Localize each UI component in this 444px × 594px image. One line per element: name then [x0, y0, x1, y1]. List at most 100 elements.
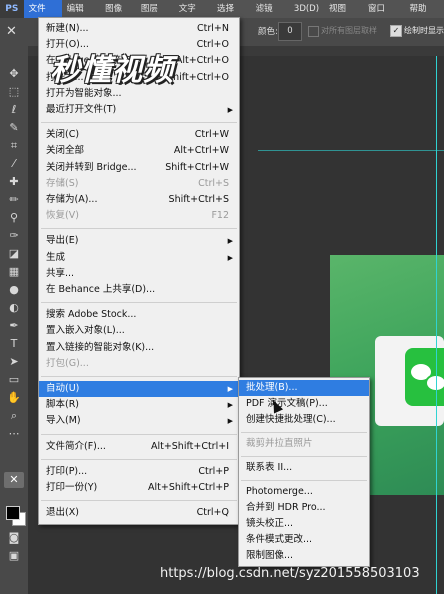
pen-tool-icon[interactable]: ✒: [4, 318, 24, 334]
marquee-tool-icon[interactable]: ⬚: [4, 84, 24, 100]
menubar-item[interactable]: 3D(D): [289, 0, 324, 18]
menubar-item[interactable]: 图像(I): [100, 0, 136, 32]
quick-select-tool-icon[interactable]: ✎: [4, 120, 24, 136]
file-menu-item[interactable]: 导出(E) ▶: [39, 233, 239, 249]
more-tools-icon[interactable]: ⋯: [4, 426, 24, 442]
submenu-arrow-icon: ▶: [227, 106, 233, 114]
automate-menu-item-label: 合并到 HDR Pro...: [246, 502, 326, 513]
file-menu-item[interactable]: 关闭并转到 Bridge... Shift+Ctrl+W: [39, 160, 239, 176]
sample-all-layers-label: 对所有图层取样: [321, 26, 377, 35]
menubar-item[interactable]: 选择(S): [212, 0, 251, 32]
automate-menu-item[interactable]: Photomerge...: [239, 484, 369, 500]
crop-tool-icon[interactable]: ⌗: [4, 138, 24, 154]
file-menu-item-label: 导入(M): [46, 415, 81, 427]
dodge-tool-icon[interactable]: ◐: [4, 300, 24, 316]
file-menu-item[interactable]: 生成 ▶: [39, 250, 239, 266]
file-menu-item[interactable]: 恢复(V) F12: [39, 208, 239, 224]
shortcut-label: Alt+Ctrl+W: [173, 145, 229, 157]
selected-tool-icon[interactable]: ✕: [4, 472, 24, 488]
mode-select[interactable]: 0: [278, 22, 302, 41]
show-while-drawing-checkbox[interactable]: ✓: [390, 25, 402, 37]
file-menu-item[interactable]: 打包(G)...: [39, 356, 239, 372]
move-tool-icon[interactable]: ✥: [4, 66, 24, 82]
file-menu-item[interactable]: 搜索 Adobe Stock...: [39, 307, 239, 323]
eyedropper-tool-icon[interactable]: ⁄: [4, 156, 24, 172]
file-menu-item[interactable]: 新建(N)... Ctrl+N: [39, 21, 239, 37]
automate-menu-item[interactable]: 合并到 HDR Pro...: [239, 500, 369, 516]
file-menu-item[interactable]: 存储为(A)... Shift+Ctrl+S: [39, 192, 239, 208]
automate-menu-item[interactable]: 镜头校正...: [239, 516, 369, 532]
menubar-item[interactable]: 帮助(H): [404, 0, 444, 32]
automate-menu-item[interactable]: 条件模式更改...: [239, 532, 369, 548]
automate-menu-item-label: 镜头校正...: [246, 518, 294, 529]
foreground-color-swatch[interactable]: [6, 506, 20, 520]
history-brush-icon[interactable]: ✑: [4, 228, 24, 244]
shortcut-label: Shift+Ctrl+W: [165, 161, 229, 173]
file-menu-item[interactable]: 在 Behance 上共享(D)...: [39, 282, 239, 298]
file-menu-item-label: 打印(P)...: [46, 465, 88, 477]
sample-all-layers-checkbox[interactable]: [308, 26, 319, 37]
menubar-item[interactable]: 文件(F): [23, 0, 62, 32]
file-menu-item-label: 关闭(C): [46, 129, 80, 141]
file-menu-item-label: 关闭并转到 Bridge...: [46, 161, 137, 173]
file-menu-item[interactable]: 共享...: [39, 266, 239, 282]
file-menu-item[interactable]: 打印一份(Y) Alt+Shift+Ctrl+P: [39, 480, 239, 496]
automate-menu-item[interactable]: 创建快捷批处理(C)...: [239, 412, 369, 428]
automate-menu-item[interactable]: 限制图像...: [239, 548, 369, 564]
file-menu-item[interactable]: 文件简介(F)... Alt+Shift+Ctrl+I: [39, 439, 239, 455]
file-menu-item[interactable]: 最近打开文件(T) ▶: [39, 102, 239, 118]
file-menu-item-label: 自动(U): [46, 383, 80, 394]
file-menu-item[interactable]: 脚本(R) ▶: [39, 397, 239, 413]
file-menu-item[interactable]: 关闭全部 Alt+Ctrl+W: [39, 143, 239, 159]
file-menu-item[interactable]: 置入嵌入对象(L)...: [39, 323, 239, 339]
menubar-item[interactable]: 视图(V): [324, 0, 363, 32]
automate-menu-item[interactable]: PDF 演示文稿(P)...: [239, 396, 369, 412]
file-menu-item-label: 打印一份(Y): [46, 482, 98, 493]
rectangle-tool-icon[interactable]: ▭: [4, 372, 24, 388]
show-while-drawing-label: 绘制时显示: [404, 26, 444, 35]
path-select-icon[interactable]: ➤: [4, 354, 24, 370]
automate-menu-item-label: PDF 演示文稿(P)...: [246, 398, 328, 409]
file-menu-item[interactable]: 关闭(C) Ctrl+W: [39, 127, 239, 143]
menu-bar: PS 文件(F)编辑(E)图像(I)图层(L)文字(Y)选择(S)滤镜(T)3D…: [0, 0, 444, 32]
file-menu-item[interactable]: 打印(P)... Ctrl+P: [39, 464, 239, 480]
menu-separator: [241, 432, 367, 433]
shortcut-label: Alt+Shift+Ctrl+I: [150, 440, 229, 452]
move-tool-icon[interactable]: ✕: [6, 24, 17, 39]
automate-menu-item[interactable]: 联系表 II...: [239, 460, 369, 476]
blur-tool-icon[interactable]: ●: [4, 282, 24, 298]
quick-mask-icon[interactable]: ◙: [4, 530, 24, 546]
menubar-item[interactable]: 窗口(W): [363, 0, 405, 32]
zoom-tool-icon[interactable]: ⌕: [4, 408, 24, 424]
gradient-tool-icon[interactable]: ▦: [4, 264, 24, 280]
file-menu-item[interactable]: 存储(S) Ctrl+S: [39, 176, 239, 192]
menubar-item[interactable]: 图层(L): [136, 0, 174, 32]
automate-menu-item[interactable]: 批处理(B)...: [239, 380, 369, 396]
file-menu-item[interactable]: 导入(M) ▶: [39, 413, 239, 429]
file-menu-item-label: 在 Behance 上共享(D)...: [46, 284, 156, 295]
shortcut-label: F12: [211, 210, 229, 222]
menubar-item[interactable]: 滤镜(T): [251, 0, 289, 32]
healing-brush-icon[interactable]: ✚: [4, 174, 24, 190]
file-menu-item-label: 存储(S): [46, 177, 79, 189]
menubar-item[interactable]: 文字(Y): [174, 0, 212, 32]
file-menu-item-label: 新建(N)...: [46, 23, 89, 34]
screen-mode-icon[interactable]: ▣: [4, 548, 24, 564]
submenu-arrow-icon: ▶: [227, 417, 233, 426]
shortcut-label: Ctrl+N: [197, 23, 229, 34]
guide-line: [258, 150, 444, 151]
type-tool-icon[interactable]: T: [4, 336, 24, 352]
brush-tool-icon[interactable]: ✏: [4, 192, 24, 208]
submenu-arrow-icon: ▶: [227, 237, 233, 246]
menubar-item[interactable]: 编辑(E): [62, 0, 101, 32]
file-menu-item[interactable]: 退出(X) Ctrl+Q: [39, 505, 239, 521]
automate-menu-item-label: 批处理(B)...: [246, 382, 298, 393]
lasso-tool-icon[interactable]: ℓ: [4, 102, 24, 118]
hand-tool-icon[interactable]: ✋: [4, 390, 24, 406]
clone-stamp-icon[interactable]: ⚲: [4, 210, 24, 226]
file-menu-item-label: 置入链接的智能对象(K)...: [46, 341, 155, 353]
automate-menu-item[interactable]: 裁剪并拉直照片: [239, 436, 369, 452]
file-menu-item[interactable]: 自动(U) ▶: [39, 381, 239, 397]
file-menu-item[interactable]: 置入链接的智能对象(K)...: [39, 340, 239, 356]
eraser-tool-icon[interactable]: ◪: [4, 246, 24, 262]
